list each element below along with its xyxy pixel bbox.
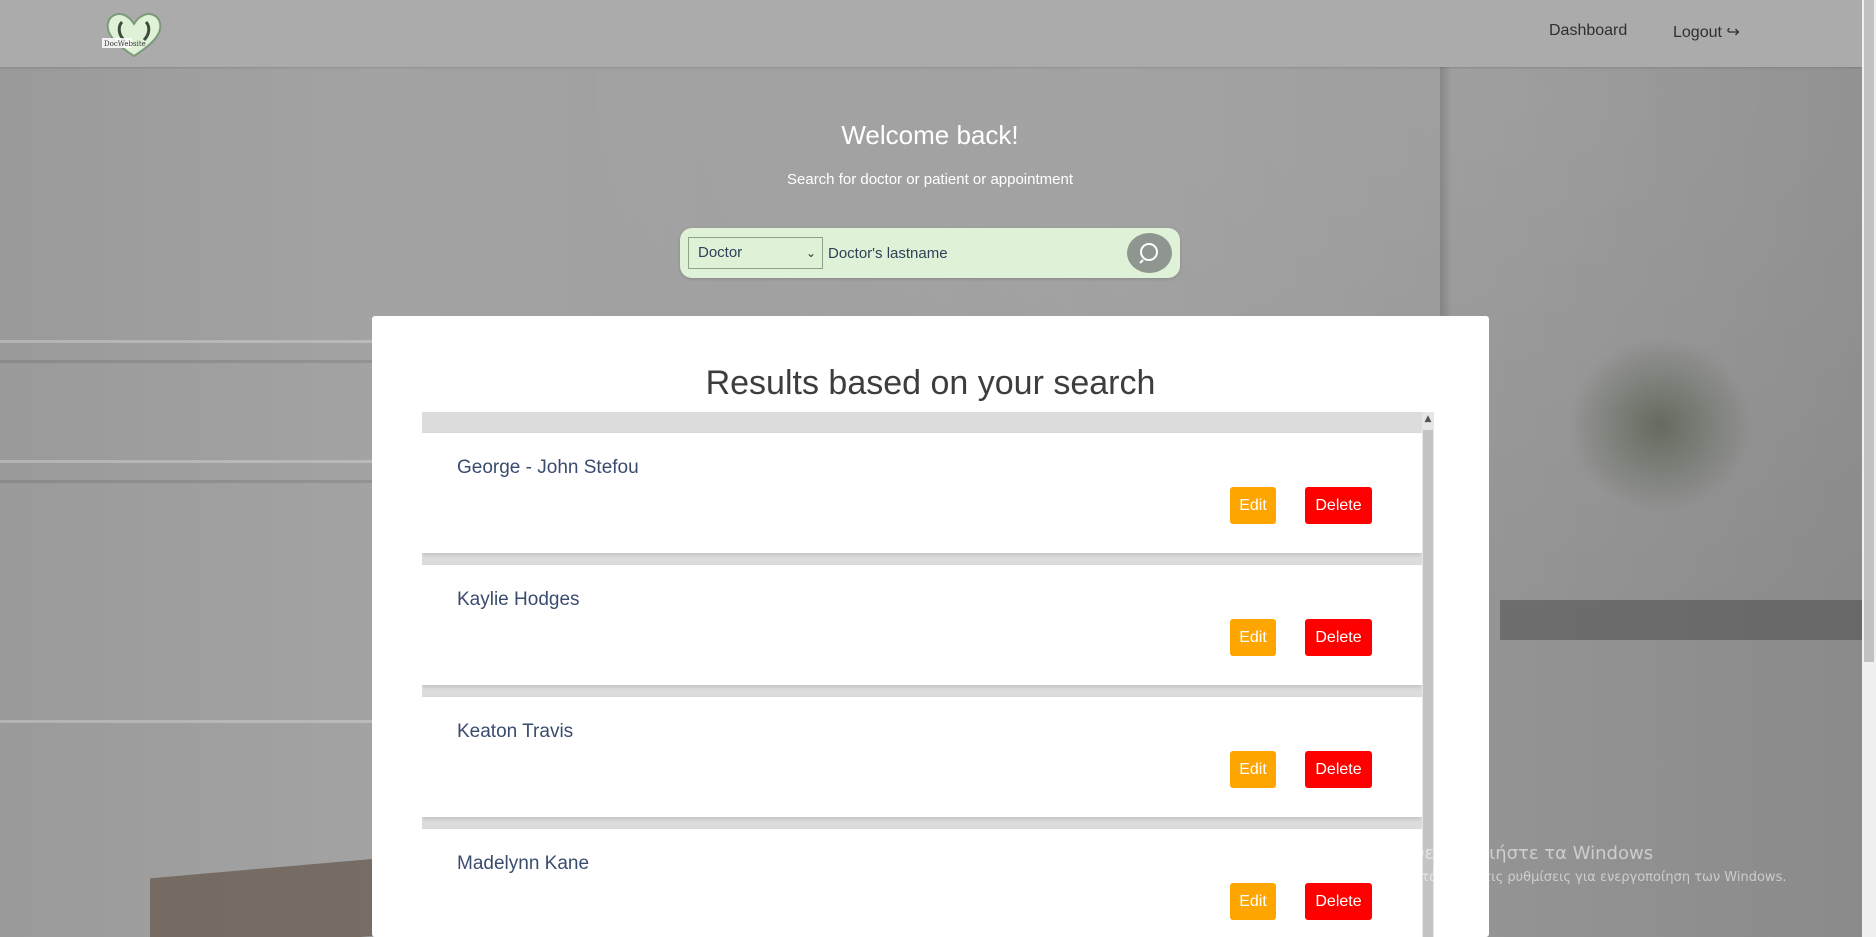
- result-item: Madelynn Kane Edit Delete: [422, 829, 1422, 937]
- windows-activation-watermark: Ενεργοποιήστε τα Windows Μετάβαση στις ρ…: [1403, 843, 1786, 885]
- result-name: Kaylie Hodges: [457, 589, 580, 610]
- results-card: Results based on your search George - Jo…: [372, 316, 1489, 937]
- nav-logout-link[interactable]: Logout ↪: [1673, 22, 1740, 42]
- results-title: Results based on your search: [705, 364, 1156, 402]
- delete-button[interactable]: Delete: [1305, 487, 1372, 524]
- top-navbar: DocWebsite Dashboard Logout ↪: [0, 0, 1876, 67]
- welcome-heading: Welcome back!: [841, 120, 1019, 150]
- edit-button[interactable]: Edit: [1230, 751, 1276, 788]
- wall-molding: [0, 720, 380, 723]
- search-subtitle: Search for doctor or patient or appointm…: [787, 171, 1073, 188]
- delete-button[interactable]: Delete: [1305, 883, 1372, 920]
- result-item: George - John Stefou Edit Delete: [422, 433, 1422, 553]
- logo-icon[interactable]: DocWebsite: [102, 8, 166, 60]
- plant: [1560, 330, 1760, 520]
- watermark-line-2: Μετάβαση στις ρυθμίσεις για ενεργοποίηση…: [1403, 870, 1787, 885]
- chevron-down-icon: ⌄: [805, 246, 816, 260]
- page-scroll-thumb[interactable]: [1864, 0, 1874, 662]
- result-name: Madelynn Kane: [457, 853, 590, 874]
- shelf: [1500, 600, 1876, 640]
- wall-molding: [0, 360, 380, 363]
- wall-molding: [0, 480, 380, 483]
- svg-text:DocWebsite: DocWebsite: [104, 40, 146, 48]
- scroll-up-arrow-icon[interactable]: ▲: [1423, 412, 1433, 426]
- edit-button[interactable]: Edit: [1230, 883, 1276, 920]
- search-bar: Doctor ⌄: [680, 228, 1180, 278]
- watermark-line-1: Ενεργοποιήστε τα Windows: [1403, 843, 1654, 864]
- edit-button[interactable]: Edit: [1230, 619, 1276, 656]
- page-scrollbar[interactable]: [1862, 0, 1876, 937]
- delete-button[interactable]: Delete: [1305, 619, 1372, 656]
- delete-button[interactable]: Delete: [1305, 751, 1372, 788]
- search-type-select[interactable]: Doctor ⌄: [688, 237, 823, 269]
- result-item: Kaylie Hodges Edit Delete: [422, 565, 1422, 685]
- result-item: Keaton Travis Edit Delete: [422, 697, 1422, 817]
- search-icon: [1138, 243, 1158, 264]
- search-type-value: Doctor: [698, 244, 743, 261]
- result-name: Keaton Travis: [457, 721, 574, 742]
- search-input[interactable]: [828, 237, 1128, 269]
- edit-button[interactable]: Edit: [1230, 487, 1276, 524]
- search-button[interactable]: [1127, 233, 1172, 273]
- results-list[interactable]: George - John Stefou Edit Delete Kaylie …: [422, 412, 1434, 937]
- nav-dashboard-link[interactable]: Dashboard: [1549, 22, 1627, 40]
- result-name: George - John Stefou: [457, 457, 639, 478]
- wall-molding: [0, 340, 380, 343]
- wall-molding: [0, 460, 380, 463]
